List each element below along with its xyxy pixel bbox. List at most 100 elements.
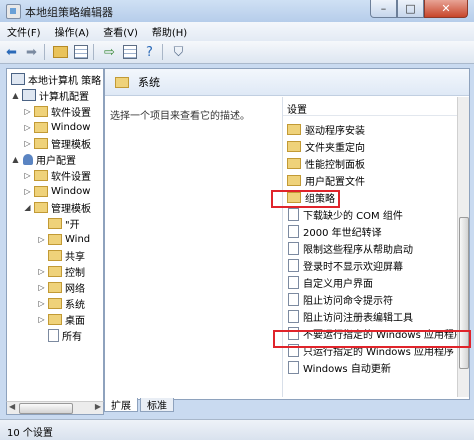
folder-icon — [48, 281, 62, 293]
folder-icon — [48, 217, 62, 229]
settings-vertical-scrollbar[interactable] — [457, 97, 469, 397]
expand-toggle-icon[interactable]: ▷ — [37, 267, 46, 276]
expand-toggle-icon[interactable]: ▷ — [23, 123, 32, 132]
expand-toggle-icon[interactable]: ▷ — [23, 139, 32, 148]
computer-icon — [22, 89, 36, 101]
tree-item-label: 计算机配置 — [39, 91, 89, 103]
tree-item-windows-settings[interactable]: ▷ Window — [23, 119, 90, 135]
tree-item-software-settings[interactable]: ▷ 软件设置 — [23, 103, 91, 119]
tree-item-user-config[interactable]: ▲ 用户配置 — [11, 151, 76, 167]
settings-list[interactable]: 设置 驱动程序安装 文件夹重定向 性能控制面板 用户配置文件 组策略 下载缺少的… — [282, 97, 464, 397]
list-item-label: 性能控制面板 — [305, 159, 365, 171]
tree-item-shared-folders[interactable]: 共享 — [37, 247, 85, 263]
toolbar-divider — [93, 44, 94, 60]
menu-action[interactable]: 操作(A) — [48, 24, 97, 39]
folder-icon — [115, 76, 129, 88]
collapse-toggle-icon[interactable]: ◢ — [23, 203, 32, 212]
tree-item-start-menu[interactable]: "开 — [37, 215, 80, 231]
tree-item-network[interactable]: ▷ 网络 — [37, 279, 85, 295]
policy-setting-icon — [288, 292, 299, 306]
tab-extended[interactable]: 扩展 — [104, 398, 138, 412]
collapse-toggle-icon[interactable]: ▲ — [11, 155, 20, 164]
expand-toggle-icon[interactable]: ▷ — [37, 299, 46, 308]
scrollbar-thumb[interactable] — [19, 403, 73, 414]
menu-bar: 文件(F) 操作(A) 查看(V) 帮助(H) — [0, 22, 474, 41]
collapse-toggle-icon[interactable]: ▲ — [11, 91, 20, 100]
tree-item-label: 用户配置 — [36, 155, 76, 167]
expand-toggle-icon[interactable]: ▷ — [37, 315, 46, 324]
list-item[interactable]: 阻止访问注册表编辑工具 — [287, 308, 413, 324]
scroll-left-icon[interactable]: ◀ — [9, 402, 15, 411]
list-item-label: 自定义用户界面 — [303, 278, 373, 290]
list-item-label: 登录时不显示欢迎屏幕 — [303, 261, 403, 273]
folder-icon — [287, 140, 301, 152]
forward-arrow-icon[interactable]: ➡ — [23, 44, 40, 61]
help-icon[interactable]: ? — [141, 44, 158, 61]
expand-toggle-icon[interactable]: ▷ — [37, 235, 46, 244]
back-arrow-icon[interactable]: ⬅ — [3, 44, 20, 61]
toolbar: ⬅ ➡ ⇨ ? ⛉ — [0, 41, 474, 64]
folder-icon — [34, 121, 48, 133]
tree-item-windows-settings[interactable]: ▷ Window — [23, 183, 90, 199]
list-item[interactable]: 自定义用户界面 — [287, 274, 373, 290]
expand-toggle-icon[interactable]: ▷ — [23, 187, 32, 196]
close-button[interactable]: ✕ — [424, 0, 468, 18]
list-item[interactable]: Windows 自动更新 — [287, 359, 391, 375]
tree-item-label: 所有 — [62, 331, 82, 343]
tree-item-desktop[interactable]: ▷ 桌面 — [37, 311, 85, 327]
list-item[interactable]: 文件夹重定向 — [287, 138, 365, 154]
up-folder-icon[interactable] — [52, 44, 69, 61]
highlight-box-dont-run-apps — [273, 330, 471, 348]
folder-icon — [34, 185, 48, 197]
tree-item-all-settings[interactable]: 所有 — [37, 327, 82, 343]
tree-horizontal-scrollbar[interactable]: ◀ ▶ — [6, 401, 104, 415]
tree-pane[interactable]: 本地计算机 策略 ▲ 计算机配置 ▷ 软件设置 ▷ Window ▷ 管理模板 … — [6, 68, 104, 414]
minimize-button[interactable]: – — [370, 0, 397, 18]
tree-item-local-policy[interactable]: 本地计算机 策略 — [9, 71, 101, 87]
list-item-label: 下载缺少的 COM 组件 — [303, 210, 403, 222]
title-bar[interactable]: 本地组策略编辑器 – □ ✕ — [0, 0, 474, 22]
highlight-box-group-policy — [271, 190, 340, 208]
tab-standard[interactable]: 标准 — [140, 398, 174, 412]
tree-item-software-settings[interactable]: ▷ 软件设置 — [23, 167, 91, 183]
tree-item-system[interactable]: ▷ 系统 — [37, 295, 85, 311]
list-item[interactable]: 用户配置文件 — [287, 172, 365, 188]
tree-item-admin-templates[interactable]: ◢ 管理模板 — [23, 199, 91, 215]
properties-icon[interactable] — [121, 44, 138, 61]
expand-toggle-icon[interactable]: ▷ — [23, 171, 32, 180]
list-item[interactable]: 驱动程序安装 — [287, 121, 365, 137]
list-item-label: 用户配置文件 — [305, 176, 365, 188]
folder-icon — [287, 174, 301, 186]
menu-help[interactable]: 帮助(H) — [145, 24, 194, 39]
details-header: 系统 — [105, 69, 469, 96]
list-item[interactable]: 阻止访问命令提示符 — [287, 291, 393, 307]
tree-item-label: 软件设置 — [51, 107, 91, 119]
tree-item-label: 共享 — [65, 251, 85, 263]
export-list-icon[interactable]: ⇨ — [101, 44, 118, 61]
list-item[interactable]: 性能控制面板 — [287, 155, 365, 171]
list-item[interactable]: 限制这些程序从帮助启动 — [287, 240, 413, 256]
tree-item-computer-config[interactable]: ▲ 计算机配置 — [11, 87, 89, 103]
tree-item-admin-templates[interactable]: ▷ 管理模板 — [23, 135, 91, 151]
menu-file[interactable]: 文件(F) — [0, 24, 48, 39]
list-item[interactable]: 下载缺少的 COM 组件 — [287, 206, 403, 222]
view-tabs: 扩展 标准 — [104, 398, 176, 413]
folder-icon — [48, 297, 62, 309]
maximize-button[interactable]: □ — [397, 0, 424, 18]
show-hide-tree-icon[interactable] — [72, 44, 89, 61]
filter-icon[interactable]: ⛉ — [170, 44, 187, 61]
folder-icon — [48, 265, 62, 277]
tree-item-windows-components[interactable]: ▷ Wind — [37, 231, 90, 247]
folder-icon — [34, 105, 48, 117]
expand-toggle-icon[interactable]: ▷ — [37, 283, 46, 292]
column-header-setting[interactable]: 设置 — [283, 101, 461, 116]
scroll-right-icon[interactable]: ▶ — [95, 402, 101, 411]
user-icon — [23, 153, 33, 165]
menu-view[interactable]: 查看(V) — [96, 24, 145, 39]
tree-item-control-panel[interactable]: ▷ 控制 — [37, 263, 85, 279]
list-item[interactable]: 2000 年世纪转译 — [287, 223, 382, 239]
tree-item-label: 桌面 — [65, 315, 85, 327]
expand-toggle-icon[interactable]: ▷ — [23, 107, 32, 116]
policy-setting-icon — [288, 241, 299, 255]
list-item[interactable]: 登录时不显示欢迎屏幕 — [287, 257, 403, 273]
